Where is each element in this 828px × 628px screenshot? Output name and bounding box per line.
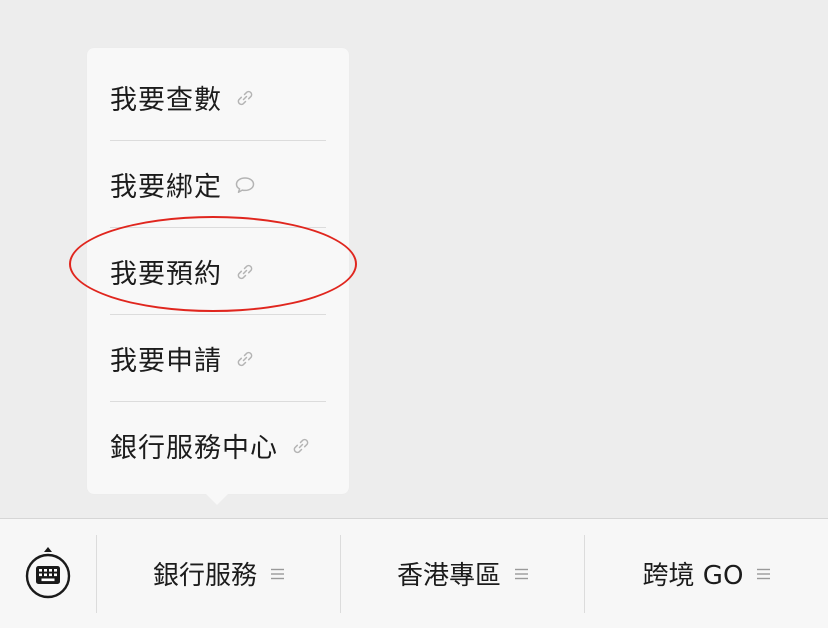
keyboard-toggle-button[interactable] <box>0 519 96 628</box>
menu-item-label: 我要查數 <box>110 85 222 116</box>
menu-lines-icon <box>757 567 771 581</box>
tab-label: 跨境 GO <box>642 561 744 591</box>
menu-item-check-balance[interactable]: 我要查數 <box>110 54 326 141</box>
link-icon <box>290 435 312 457</box>
bottom-menu-bar: 銀行服務 香港專區 跨境 GO <box>0 518 828 628</box>
tab-bank-services[interactable]: 銀行服務 <box>97 519 340 628</box>
menu-item-reservation[interactable]: 我要預約 <box>110 228 326 315</box>
tab-label: 香港專區 <box>396 561 501 591</box>
tab-cross-border-go[interactable]: 跨境 GO <box>585 519 828 628</box>
menu-item-label: 銀行服務中心 <box>110 433 278 464</box>
popup-arrow <box>206 494 228 505</box>
menu-item-bank-service-center[interactable]: 銀行服務中心 <box>110 402 326 489</box>
keyboard-icon <box>23 544 73 604</box>
popup-menu: 我要查數 我要綁定 我要預約 我要申請 銀行服務中心 <box>87 48 349 494</box>
link-icon <box>234 261 256 283</box>
chat-bubble-icon <box>234 174 256 196</box>
menu-item-label: 我要預約 <box>110 259 222 290</box>
tab-hong-kong-zone[interactable]: 香港專區 <box>341 519 584 628</box>
tab-label: 銀行服務 <box>152 561 257 591</box>
link-icon <box>234 87 256 109</box>
menu-item-bind[interactable]: 我要綁定 <box>110 141 326 228</box>
menu-lines-icon <box>515 567 528 581</box>
link-icon <box>234 348 256 370</box>
menu-item-label: 我要申請 <box>110 346 222 377</box>
menu-item-apply[interactable]: 我要申請 <box>110 315 326 402</box>
menu-item-label: 我要綁定 <box>110 172 222 203</box>
menu-lines-icon <box>271 567 284 581</box>
